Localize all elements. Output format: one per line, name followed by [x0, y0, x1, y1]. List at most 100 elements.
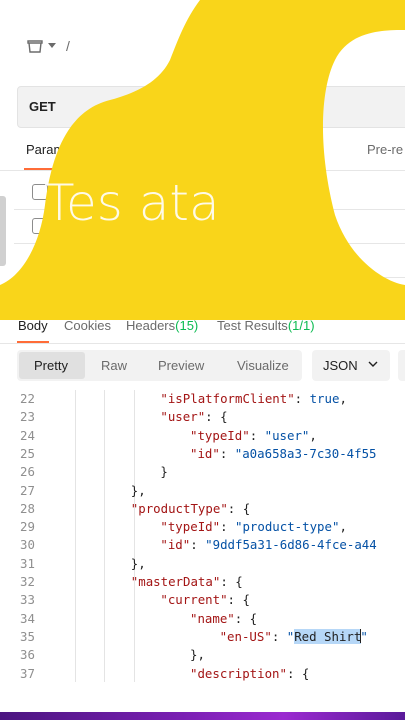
code-token: "description": [190, 665, 287, 681]
url-bar[interactable]: GET: [17, 86, 405, 128]
column-divider: [309, 244, 310, 277]
code-token: },: [130, 482, 146, 498]
row-checkbox[interactable]: [32, 218, 48, 234]
code-line: 35 "en-US": "Red Shirt": [0, 628, 405, 647]
code-token: "9ddf5a31-6d86-4fce-a44: [205, 537, 377, 553]
code-token: : {: [286, 665, 310, 681]
param-key-placeholder[interactable]: Key: [64, 287, 86, 302]
line-number: 26: [20, 464, 35, 480]
code-token: : {: [227, 500, 251, 516]
line-number: 28: [20, 500, 35, 516]
code-token: : {: [220, 574, 243, 589]
code-token: "isPlatformClient": [160, 391, 295, 406]
tab-headers[interactable]: Headers: [215, 142, 264, 157]
line-number: 27: [20, 482, 35, 498]
view-pretty[interactable]: Pretty: [34, 358, 68, 373]
tab-response-headers[interactable]: Headers (15): [126, 318, 198, 333]
line-number: 23: [20, 409, 35, 425]
table-row: Key Value: [14, 278, 405, 312]
code-text: "id": "9ddf5a31-6d86-4fce-a44: [160, 537, 376, 552]
wrap-button[interactable]: [398, 350, 405, 381]
code-line: 36},: [0, 647, 405, 665]
code-token: "typeId": [160, 519, 221, 535]
tab-params[interactable]: Param: [26, 142, 64, 157]
column-divider: [54, 176, 55, 209]
line-number: 36: [20, 647, 35, 663]
param-value-placeholder[interactable]: Value: [319, 287, 351, 302]
code-token: ,: [339, 519, 347, 535]
method-select[interactable]: GET: [29, 99, 56, 114]
code-text: "user": {: [160, 409, 227, 424]
tab-pre-request[interactable]: Pre-re: [367, 142, 403, 157]
column-divider: [309, 176, 310, 209]
code-line: 33 "current": {: [0, 592, 405, 610]
scrollbar[interactable]: [0, 196, 6, 266]
view-raw[interactable]: Raw: [101, 358, 127, 373]
line-number: 35: [20, 628, 35, 644]
code-token: "user": [264, 427, 310, 443]
code-token: :: [219, 445, 235, 461]
line-number: 37: [20, 665, 35, 681]
code-token: : {: [234, 610, 258, 626]
tab-cookies[interactable]: Cookies: [64, 318, 111, 333]
format-dropdown[interactable]: JSON: [312, 350, 390, 381]
code-token: "a0a658a3-7c30-4f55: [234, 445, 377, 461]
code-line: 31},: [0, 556, 405, 574]
param-key[interactable]: Total: [86, 219, 113, 234]
code-text: "typeId": "user",: [190, 428, 317, 443]
code-token: "masterData": [130, 574, 221, 589]
line-number: 24: [20, 427, 35, 443]
tab-body[interactable]: Body: [18, 318, 48, 333]
chevron-down-icon[interactable]: [48, 43, 56, 49]
view-visualize[interactable]: Visualize: [237, 358, 289, 373]
tab-test-results[interactable]: Test Results (1/1): [217, 318, 315, 333]
breadcrumb: /: [26, 38, 70, 54]
code-token: : {: [205, 409, 228, 425]
table-row: Total: [14, 210, 405, 244]
column-divider: [309, 210, 310, 243]
code-text: "description": {: [190, 666, 309, 681]
view-preview[interactable]: Preview: [158, 358, 204, 373]
headers-count: (15): [175, 318, 199, 333]
code-token: :: [271, 628, 287, 644]
code-text: "en-US": "Red Shirt": [219, 628, 368, 644]
code-line: 27},: [0, 483, 405, 501]
status-dot-icon: [147, 142, 153, 148]
view-mode-selector: Pretty Raw Preview Visualize: [17, 350, 302, 381]
collection-icon[interactable]: [26, 38, 44, 54]
table-row: [14, 176, 405, 210]
postman-app: / GET Param ization Headers Pre-re Total: [0, 0, 405, 712]
code-token: :: [190, 537, 206, 553]
column-divider: [54, 210, 55, 243]
code-text: "current": {: [160, 592, 250, 607]
code-text: },: [190, 647, 205, 662]
chevron-down-icon: [368, 361, 378, 367]
breadcrumb-separator: /: [66, 38, 70, 54]
code-token: "typeId": [190, 427, 250, 443]
line-number: 29: [20, 519, 35, 535]
response-body-editor[interactable]: 22 "isPlatformClient": true, 23 "user": {24…: [0, 390, 405, 682]
code-token: ,: [339, 391, 347, 406]
row-checkbox[interactable]: [32, 184, 48, 200]
code-token: true: [309, 391, 340, 406]
response-tabs: Body Cookies Headers (15) Test Results (…: [18, 318, 405, 338]
line-number: 25: [20, 445, 35, 461]
code-token: "en-US": [219, 628, 272, 644]
code-token: :: [294, 391, 310, 406]
code-line: 25 "id": "a0a658a3-7c30-4f55: [0, 446, 405, 464]
line-number: 32: [20, 574, 35, 589]
code-line: 37 "description": {: [0, 666, 405, 683]
code-token: "current": [160, 592, 228, 608]
code-line: 26}: [0, 464, 405, 482]
code-token: "productType": [130, 500, 228, 516]
code-text: "masterData": {: [131, 574, 243, 589]
code-line: 30 "id": "9ddf5a31-6d86-4fce-a44: [0, 537, 405, 555]
code-token: "id": [190, 445, 220, 461]
column-divider: [54, 278, 55, 311]
code-text: "productType": {: [131, 501, 250, 516]
param-key[interactable]: ^var[.][a-zA-Z0-9]+$/: [64, 253, 182, 268]
test-results-count: (1/1): [287, 318, 315, 333]
table-row: ^var[.][a-zA-Z0-9]+$/: [14, 244, 405, 278]
column-divider: [54, 244, 55, 277]
params-table: Total ^var[.][a-zA-Z0-9]+$/ Key Value: [14, 176, 405, 312]
